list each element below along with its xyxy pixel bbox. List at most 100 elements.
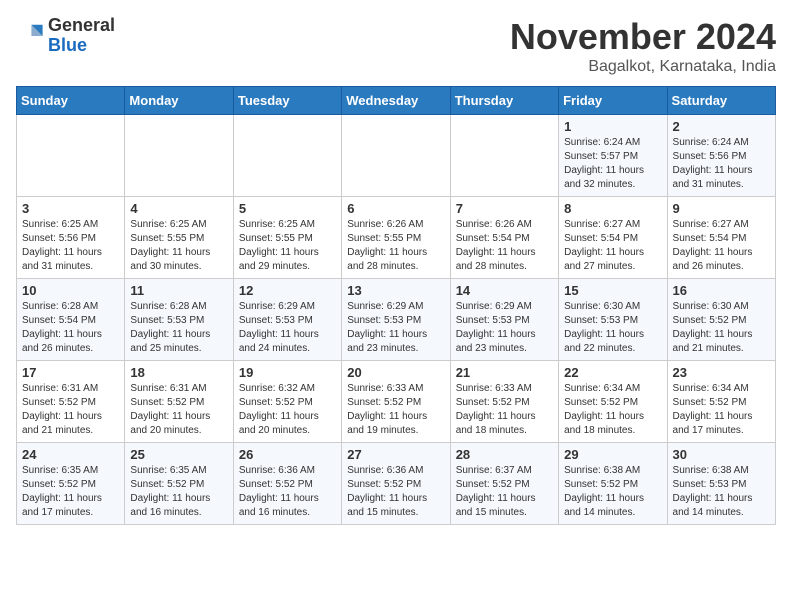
day-number: 29 [564,447,661,462]
calendar-cell: 24 Sunrise: 6:35 AM Sunset: 5:52 PM Dayli… [17,443,125,525]
day-number: 15 [564,283,661,298]
day-info: Sunrise: 6:28 AM Sunset: 5:54 PM Dayligh… [22,300,119,356]
day-number: 18 [130,365,227,380]
day-number: 14 [456,283,553,298]
logo-icon [16,22,44,50]
day-number: 6 [347,201,444,216]
day-number: 22 [564,365,661,380]
calendar-cell: 4 Sunrise: 6:25 AM Sunset: 5:55 PM Daylig… [125,197,233,279]
col-header-saturday: Saturday [667,87,775,115]
day-number: 9 [673,201,770,216]
day-number: 20 [347,365,444,380]
day-number: 16 [673,283,770,298]
calendar-cell: 19 Sunrise: 6:32 AM Sunset: 5:52 PM Dayli… [233,361,341,443]
day-info: Sunrise: 6:28 AM Sunset: 5:53 PM Dayligh… [130,300,227,356]
day-info: Sunrise: 6:30 AM Sunset: 5:53 PM Dayligh… [564,300,661,356]
location-title: Bagalkot, Karnataka, India [510,58,776,76]
day-number: 28 [456,447,553,462]
month-title: November 2024 [510,16,776,58]
col-header-wednesday: Wednesday [342,87,450,115]
day-info: Sunrise: 6:36 AM Sunset: 5:52 PM Dayligh… [239,464,336,520]
day-info: Sunrise: 6:24 AM Sunset: 5:56 PM Dayligh… [673,136,770,192]
day-info: Sunrise: 6:33 AM Sunset: 5:52 PM Dayligh… [456,382,553,438]
day-info: Sunrise: 6:31 AM Sunset: 5:52 PM Dayligh… [22,382,119,438]
calendar-cell: 12 Sunrise: 6:29 AM Sunset: 5:53 PM Dayli… [233,279,341,361]
calendar-cell: 23 Sunrise: 6:34 AM Sunset: 5:52 PM Dayli… [667,361,775,443]
calendar-cell [450,115,558,197]
day-info: Sunrise: 6:38 AM Sunset: 5:53 PM Dayligh… [673,464,770,520]
day-number: 26 [239,447,336,462]
day-info: Sunrise: 6:29 AM Sunset: 5:53 PM Dayligh… [239,300,336,356]
day-info: Sunrise: 6:38 AM Sunset: 5:52 PM Dayligh… [564,464,661,520]
day-info: Sunrise: 6:29 AM Sunset: 5:53 PM Dayligh… [347,300,444,356]
day-info: Sunrise: 6:31 AM Sunset: 5:52 PM Dayligh… [130,382,227,438]
calendar-cell [17,115,125,197]
day-info: Sunrise: 6:25 AM Sunset: 5:55 PM Dayligh… [239,218,336,274]
day-number: 17 [22,365,119,380]
calendar-cell: 17 Sunrise: 6:31 AM Sunset: 5:52 PM Dayli… [17,361,125,443]
title-area: November 2024 Bagalkot, Karnataka, India [510,16,776,76]
day-number: 23 [673,365,770,380]
calendar-cell [342,115,450,197]
day-info: Sunrise: 6:35 AM Sunset: 5:52 PM Dayligh… [22,464,119,520]
day-number: 11 [130,283,227,298]
day-number: 3 [22,201,119,216]
col-header-friday: Friday [559,87,667,115]
day-info: Sunrise: 6:24 AM Sunset: 5:57 PM Dayligh… [564,136,661,192]
day-info: Sunrise: 6:34 AM Sunset: 5:52 PM Dayligh… [673,382,770,438]
day-number: 19 [239,365,336,380]
day-info: Sunrise: 6:27 AM Sunset: 5:54 PM Dayligh… [673,218,770,274]
col-header-sunday: Sunday [17,87,125,115]
calendar-cell: 29 Sunrise: 6:38 AM Sunset: 5:52 PM Dayli… [559,443,667,525]
calendar-cell: 3 Sunrise: 6:25 AM Sunset: 5:56 PM Daylig… [17,197,125,279]
day-number: 4 [130,201,227,216]
calendar-cell: 11 Sunrise: 6:28 AM Sunset: 5:53 PM Dayli… [125,279,233,361]
calendar-week-row: 10 Sunrise: 6:28 AM Sunset: 5:54 PM Dayli… [17,279,776,361]
calendar-cell: 18 Sunrise: 6:31 AM Sunset: 5:52 PM Dayli… [125,361,233,443]
calendar-cell: 9 Sunrise: 6:27 AM Sunset: 5:54 PM Daylig… [667,197,775,279]
calendar-cell: 7 Sunrise: 6:26 AM Sunset: 5:54 PM Daylig… [450,197,558,279]
day-number: 13 [347,283,444,298]
col-header-monday: Monday [125,87,233,115]
day-number: 27 [347,447,444,462]
day-info: Sunrise: 6:26 AM Sunset: 5:55 PM Dayligh… [347,218,444,274]
day-info: Sunrise: 6:25 AM Sunset: 5:55 PM Dayligh… [130,218,227,274]
calendar-cell: 22Sunrise: 6:34 AM Sunset: 5:52 PM Dayli… [559,361,667,443]
day-number: 25 [130,447,227,462]
calendar-cell: 16 Sunrise: 6:30 AM Sunset: 5:52 PM Dayli… [667,279,775,361]
calendar-cell: 14 Sunrise: 6:29 AM Sunset: 5:53 PM Dayli… [450,279,558,361]
calendar-cell: 25Sunrise: 6:35 AM Sunset: 5:52 PM Dayli… [125,443,233,525]
day-info: Sunrise: 6:26 AM Sunset: 5:54 PM Dayligh… [456,218,553,274]
calendar-cell: 21 Sunrise: 6:33 AM Sunset: 5:52 PM Dayli… [450,361,558,443]
calendar-cell: 6 Sunrise: 6:26 AM Sunset: 5:55 PM Daylig… [342,197,450,279]
day-number: 7 [456,201,553,216]
calendar-week-row: 17 Sunrise: 6:31 AM Sunset: 5:52 PM Dayli… [17,361,776,443]
day-number: 30 [673,447,770,462]
calendar-header-row: SundayMondayTuesdayWednesdayThursdayFrid… [17,87,776,115]
day-number: 5 [239,201,336,216]
day-number: 2 [673,119,770,134]
day-number: 24 [22,447,119,462]
calendar-table: SundayMondayTuesdayWednesdayThursdayFrid… [16,86,776,525]
calendar-cell: 26 Sunrise: 6:36 AM Sunset: 5:52 PM Dayli… [233,443,341,525]
calendar-cell: 27 Sunrise: 6:36 AM Sunset: 5:52 PM Dayli… [342,443,450,525]
calendar-cell: 13 Sunrise: 6:29 AM Sunset: 5:53 PM Dayli… [342,279,450,361]
day-number: 21 [456,365,553,380]
day-info: Sunrise: 6:25 AM Sunset: 5:56 PM Dayligh… [22,218,119,274]
calendar-cell: 1Sunrise: 6:24 AM Sunset: 5:57 PM Daylig… [559,115,667,197]
calendar-week-row: 24 Sunrise: 6:35 AM Sunset: 5:52 PM Dayli… [17,443,776,525]
day-info: Sunrise: 6:30 AM Sunset: 5:52 PM Dayligh… [673,300,770,356]
calendar-week-row: 1Sunrise: 6:24 AM Sunset: 5:57 PM Daylig… [17,115,776,197]
day-info: Sunrise: 6:32 AM Sunset: 5:52 PM Dayligh… [239,382,336,438]
day-info: Sunrise: 6:27 AM Sunset: 5:54 PM Dayligh… [564,218,661,274]
col-header-tuesday: Tuesday [233,87,341,115]
calendar-cell: 8Sunrise: 6:27 AM Sunset: 5:54 PM Daylig… [559,197,667,279]
day-info: Sunrise: 6:29 AM Sunset: 5:53 PM Dayligh… [456,300,553,356]
day-number: 12 [239,283,336,298]
day-number: 10 [22,283,119,298]
logo: General Blue [16,16,115,56]
col-header-thursday: Thursday [450,87,558,115]
calendar-cell: 28Sunrise: 6:37 AM Sunset: 5:52 PM Dayli… [450,443,558,525]
day-info: Sunrise: 6:36 AM Sunset: 5:52 PM Dayligh… [347,464,444,520]
calendar-cell: 2 Sunrise: 6:24 AM Sunset: 5:56 PM Daylig… [667,115,775,197]
